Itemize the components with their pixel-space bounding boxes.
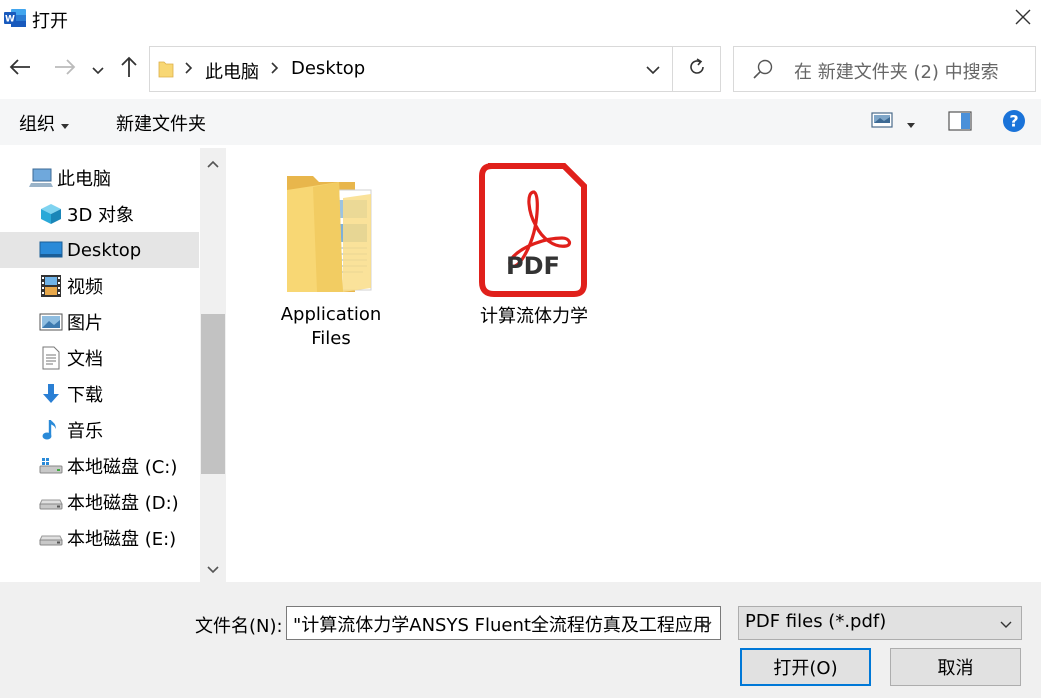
nav-item-this-pc[interactable]: 此电脑 <box>0 160 199 196</box>
drive-icon <box>38 526 64 550</box>
dialog-footer: 文件名(N): "计算流体力学ANSYS Fluent全流程仿真及工程应用 PD… <box>0 582 1041 698</box>
nav-item-documents[interactable]: 文档 <box>0 340 199 376</box>
title-bar: W 打开 <box>0 0 1041 38</box>
filename-dropdown-button[interactable] <box>692 606 720 640</box>
preview-pane-icon <box>948 111 972 136</box>
nav-item-pictures[interactable]: 图片 <box>0 304 199 340</box>
organize-button[interactable]: 组织 <box>19 110 69 136</box>
nav-scrollbar[interactable] <box>200 148 226 582</box>
scroll-up-button[interactable] <box>200 152 226 172</box>
nav-label: Desktop <box>67 239 142 261</box>
recent-locations-button[interactable] <box>88 54 108 84</box>
filename-input[interactable]: "计算流体力学ANSYS Fluent全流程仿真及工程应用 <box>286 606 721 640</box>
up-button[interactable] <box>116 54 142 84</box>
preview-pane-button[interactable] <box>948 111 972 136</box>
nav-label: 本地磁盘 (C:) <box>67 457 178 478</box>
breadcrumb-this-pc[interactable]: 此电脑 <box>205 58 259 84</box>
word-icon: W <box>4 8 26 28</box>
nav-item-downloads[interactable]: 下载 <box>0 376 199 412</box>
file-name: 计算流体力学 <box>480 306 588 327</box>
search-box[interactable]: 在 新建文件夹 (2) 中搜索 <box>733 46 1036 92</box>
file-name: Application <box>280 304 382 325</box>
nav-item-music[interactable]: 音乐 <box>0 412 199 448</box>
caret-down-icon <box>907 112 915 133</box>
file-name: Files <box>311 328 351 349</box>
documents-icon <box>38 346 64 370</box>
search-placeholder: 在 新建文件夹 (2) 中搜索 <box>794 62 999 83</box>
organize-label: 组织 <box>19 114 55 135</box>
search-icon <box>752 58 774 85</box>
nav-item-videos[interactable]: 视频 <box>0 268 199 304</box>
nav-label: 此电脑 <box>57 169 111 190</box>
folder-small-icon <box>158 59 174 84</box>
filetype-dropdown-button[interactable] <box>992 606 1020 640</box>
nav-item-drive-d[interactable]: 本地磁盘 (D:) <box>0 484 199 520</box>
filetype-select[interactable]: PDF files (*.pdf) <box>738 606 1022 640</box>
navigation-pane: 此电脑 3D 对象 Desktop 视频 图片 文档 下载 音乐 本地磁盘 (C… <box>0 148 226 582</box>
chevron-right-icon <box>184 60 194 81</box>
svg-text:PDF: PDF <box>506 252 560 280</box>
nav-item-3d-objects[interactable]: 3D 对象 <box>0 196 199 232</box>
drive-icon <box>38 490 64 514</box>
address-dropdown-button[interactable] <box>634 47 672 91</box>
svg-text:?: ? <box>1009 112 1018 131</box>
change-view-button[interactable] <box>871 111 915 134</box>
chevron-down-icon <box>700 613 712 634</box>
nav-item-desktop[interactable]: Desktop <box>0 232 199 268</box>
svg-text:W: W <box>5 15 15 25</box>
video-icon <box>38 274 64 298</box>
nav-label: 下载 <box>67 385 103 406</box>
window-title: 打开 <box>32 11 68 32</box>
view-thumbnail-icon <box>871 111 893 134</box>
drive-c-icon <box>38 454 64 478</box>
forward-button[interactable] <box>52 54 78 84</box>
folder-icon <box>283 170 379 299</box>
chevron-down-icon <box>646 59 660 80</box>
nav-label: 音乐 <box>67 421 103 442</box>
chevron-right-icon <box>270 60 280 81</box>
close-button[interactable] <box>1005 0 1041 38</box>
music-icon <box>38 418 64 442</box>
cancel-button[interactable]: 取消 <box>890 648 1021 686</box>
nav-label: 图片 <box>67 313 103 334</box>
command-bar: 组织 新建文件夹 ? <box>0 99 1041 145</box>
close-icon <box>1015 9 1031 30</box>
help-button[interactable]: ? <box>1002 109 1026 138</box>
nav-item-drive-e[interactable]: 本地磁盘 (E:) <box>0 520 199 556</box>
nav-label: 视频 <box>67 277 103 298</box>
arrow-right-icon <box>54 58 76 81</box>
file-item-application-files[interactable]: Application Files <box>251 170 411 351</box>
download-icon <box>38 382 64 406</box>
nav-item-drive-c[interactable]: 本地磁盘 (C:) <box>0 448 199 484</box>
pictures-icon <box>38 310 64 334</box>
filename-label: 文件名(N): <box>195 616 283 637</box>
nav-label: 3D 对象 <box>67 205 135 226</box>
new-folder-button[interactable]: 新建文件夹 <box>116 110 206 136</box>
breadcrumb-desktop[interactable]: Desktop <box>291 58 365 79</box>
arrow-up-icon <box>120 56 138 83</box>
file-list-pane: Application Files PDF 计算流体力学 <box>228 148 1041 582</box>
scroll-thumb[interactable] <box>201 314 225 474</box>
chevron-down-icon <box>92 59 104 80</box>
desktop-icon <box>38 238 64 262</box>
open-button[interactable]: 打开(O) <box>740 648 871 686</box>
nav-label: 本地磁盘 (D:) <box>67 493 179 514</box>
help-icon: ? <box>1002 110 1026 138</box>
file-item-pdf[interactable]: PDF 计算流体力学 <box>454 162 614 329</box>
computer-icon <box>28 166 54 190</box>
chevron-up-icon <box>207 152 219 173</box>
chevron-down-icon <box>207 558 219 579</box>
3d-objects-icon <box>38 202 64 226</box>
back-button[interactable] <box>7 54 33 84</box>
pdf-icon: PDF <box>478 162 590 303</box>
scroll-down-button[interactable] <box>200 558 226 578</box>
nav-label: 本地磁盘 (E:) <box>67 529 177 550</box>
chevron-down-icon <box>1000 613 1012 634</box>
arrow-left-icon <box>9 58 31 81</box>
address-bar[interactable]: 此电脑 Desktop <box>149 46 721 92</box>
caret-down-icon <box>61 113 69 134</box>
refresh-icon <box>687 57 707 82</box>
nav-label: 文档 <box>67 349 103 370</box>
refresh-button[interactable] <box>672 47 720 91</box>
